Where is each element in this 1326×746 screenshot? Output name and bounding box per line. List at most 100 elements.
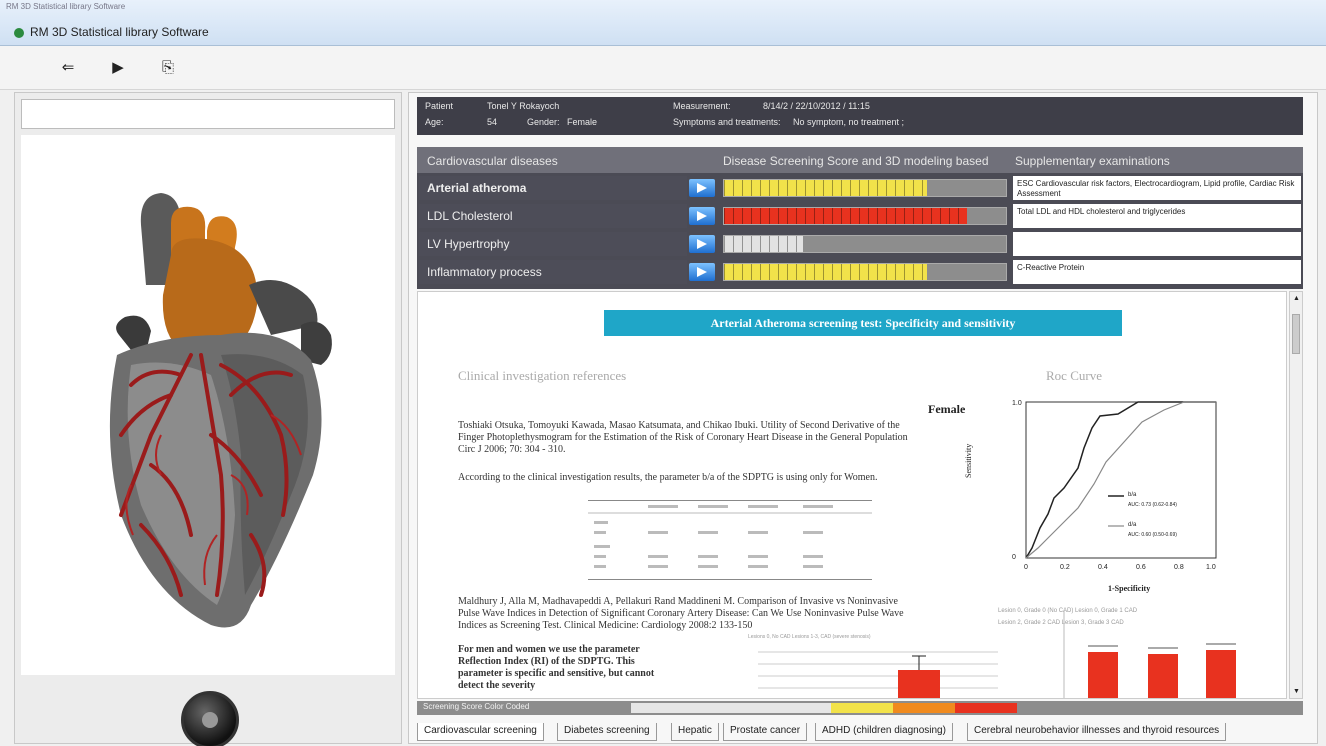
chart-bar [1148,654,1178,698]
app-icon [14,28,24,38]
table-row[interactable]: LV Hypertrophy [417,231,1303,257]
score-bar [723,207,1007,225]
score-bar [723,235,1007,253]
toolbar: ⇐ ▶ ⎘ [0,46,1326,90]
report-banner: Arterial Atheroma screening test: Specif… [604,310,1122,336]
scroll-up-icon[interactable]: ▲ [1293,295,1300,302]
report-panel: Patient Tonel Y Rokayoch Age: 54 Gender:… [408,92,1318,744]
chart-bar [898,670,940,698]
go-arrow-icon[interactable] [689,179,715,197]
header-score: Disease Screening Score and 3D modeling … [723,154,989,168]
title-bar: RM 3D Statistical library Software RM 3D… [0,0,1326,46]
tab-cardiovascular[interactable]: Cardiovascular screening [417,723,544,741]
roc-plot [1025,401,1217,559]
tab-cerebral[interactable]: Cerebral neurobehavior illnesses and thy… [967,723,1227,741]
roc-legend: d/a [1128,522,1137,528]
exam-text [1013,232,1301,256]
bar-chart-left [738,642,1008,698]
heart-3d-viewport[interactable] [21,135,395,675]
export-icon[interactable]: ⎘ [156,56,180,80]
dial-center[interactable] [202,712,218,728]
model-search-input[interactable] [21,99,395,129]
score-color-strip: Screening Score Color Coded [417,701,1303,715]
disease-name: LDL Cholesterol [419,204,687,228]
heart-3d-model[interactable] [21,135,395,675]
results-table [588,500,872,580]
roc-ytick: 1.0 [1012,400,1022,407]
roc-curve-ba [1025,401,1216,559]
gender-label: Gender: [527,117,560,127]
roc-legend: b/a [1128,492,1137,498]
scroll-thumb[interactable] [1292,314,1300,354]
roc-xtick: 0 [1024,564,1028,571]
symptoms-label: Symptoms and treatments: [673,117,781,127]
roc-xtick: 1.0 [1206,564,1216,571]
symptoms-value: No symptom, no treatment ; [793,117,905,127]
exam-text: ESC Cardiovascular risk factors, Electro… [1013,176,1301,200]
measurement-value: 8/14/2 / 22/10/2012 / 11:15 [763,101,870,111]
forward-arrow-icon[interactable]: ▶ [106,56,130,80]
roc-legend: AUC: 0.73 (0.62-0.84) [1128,502,1177,508]
score-fill [724,180,928,196]
screening-tabs: Cardiovascular screening Diabetes screen… [417,723,1317,741]
tab-adhd[interactable]: ADHD (children diagnosing) [815,723,953,741]
roc-section-title: Roc Curve [1046,368,1102,383]
score-bar [723,179,1007,197]
age-value: 54 [487,117,498,127]
rotate-control-dial[interactable] [181,691,239,746]
bar-chart-right [1048,610,1248,698]
score-fill [724,208,967,224]
roc-xtick: 0.6 [1136,564,1146,571]
tab-prostate[interactable]: Prostate cancer [723,723,808,741]
measurement-label: Measurement: [673,101,731,111]
table-row[interactable]: Inflammatory process C-Reactive Protein [417,259,1303,285]
roc-ytick: 0 [1012,554,1016,561]
table-row[interactable]: LDL Cholesterol Total LDL and HDL choles… [417,203,1303,229]
score-segment-orange [893,703,955,713]
score-bar [723,263,1007,281]
table-row[interactable]: Arterial atheroma ESC Cardiovascular ris… [417,175,1303,201]
chart-bar [1206,650,1236,698]
reference-2: Maldhury J, Alla M, Madhavapeddi A, Pell… [458,596,904,631]
reference-1: Toshiaki Otsuka, Tomoyuki Kawada, Masao … [458,420,908,455]
tab-diabetes[interactable]: Diabetes screening [557,723,657,741]
scroll-down-icon[interactable]: ▼ [1293,688,1300,695]
header-exam: Supplementary examinations [1015,154,1170,168]
patient-info-bar: Patient Tonel Y Rokayoch Age: 54 Gender:… [417,97,1303,135]
model-panel [14,92,402,746]
chart-legend: Lesions 0, No CAD Lesions 1-3, CAD (seve… [748,634,871,640]
tab-hepatic[interactable]: Hepatic [671,723,719,741]
roc-xtick: 0.4 [1098,564,1108,571]
chart-bar [1088,652,1118,698]
disease-name: LV Hypertrophy [419,232,687,256]
patient-label: Patient [425,101,454,111]
application-window: RM 3D Statistical library Software RM 3D… [0,0,1326,746]
exam-text: C-Reactive Protein [1013,260,1301,284]
report-document[interactable]: Arterial Atheroma screening test: Specif… [417,291,1287,699]
roc-legend: AUC: 0.60 (0.50-0.69) [1128,532,1177,538]
gender-value: Female [567,117,598,127]
go-arrow-icon[interactable] [689,207,715,225]
score-segment-yellow [831,703,893,713]
score-fill [724,236,803,252]
clinical-section-title: Clinical investigation references [458,368,627,383]
disease-name: Inflammatory process [419,260,687,284]
caption-text: RM 3D Statistical library Software [6,2,126,11]
reference-2-note: For men and women we use the parameter R… [458,644,655,691]
go-arrow-icon[interactable] [689,263,715,281]
document-scrollbar[interactable]: ▲ ▼ [1289,291,1303,699]
score-strip-label: Screening Score Color Coded [423,702,530,711]
score-segment-grey [631,703,831,713]
window-title: RM 3D Statistical library Software [30,25,209,39]
roc-xtick: 0.2 [1060,564,1070,571]
roc-curve-da [1025,401,1216,559]
go-arrow-icon[interactable] [689,235,715,253]
disease-screening-table: Cardiovascular diseases Disease Screenin… [417,147,1303,289]
age-label: Age: [425,117,444,127]
back-arrow-icon[interactable]: ⇐ [56,56,80,80]
roc-xtick: 0.8 [1174,564,1184,571]
exam-text: Total LDL and HDL cholesterol and trigly… [1013,204,1301,228]
patient-name: Tonel Y Rokayoch [487,101,560,111]
header-disease: Cardiovascular diseases [427,154,558,168]
table-header: Cardiovascular diseases Disease Screenin… [417,147,1303,173]
